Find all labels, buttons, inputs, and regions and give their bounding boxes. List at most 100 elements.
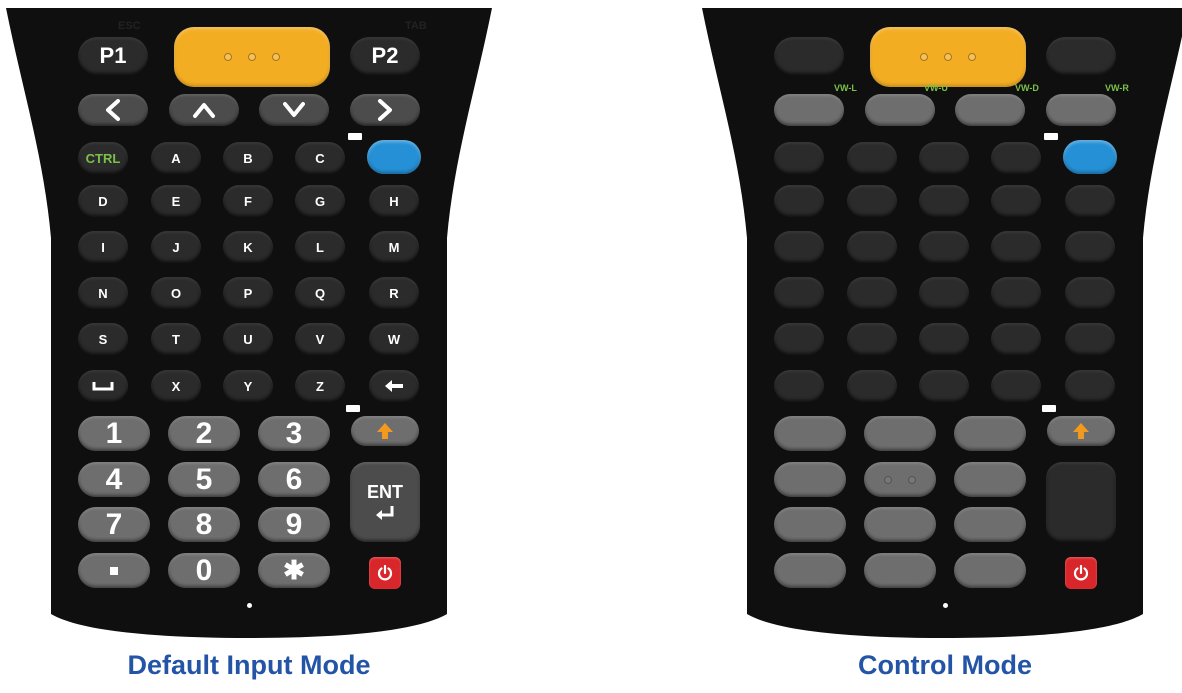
- power-key[interactable]: [1065, 557, 1097, 589]
- key-k[interactable]: K: [223, 231, 273, 263]
- ctrl-key[interactable]: CTRL: [78, 142, 128, 174]
- key-2[interactable]: 2: [168, 416, 240, 451]
- power-key[interactable]: [369, 557, 401, 589]
- blank-enter-key[interactable]: [1046, 462, 1116, 542]
- blank-number-key[interactable]: [954, 507, 1026, 542]
- blank-key[interactable]: [847, 323, 897, 355]
- key-l[interactable]: L: [295, 231, 345, 263]
- key-a[interactable]: A: [151, 142, 201, 174]
- key-5[interactable]: 5: [168, 462, 240, 497]
- blank-key[interactable]: [919, 142, 969, 174]
- blank-key[interactable]: [919, 370, 969, 402]
- blank-key[interactable]: [774, 277, 824, 309]
- key-o[interactable]: O: [151, 277, 201, 309]
- blank-key[interactable]: [847, 142, 897, 174]
- enter-key[interactable]: ENT: [350, 462, 420, 542]
- key-p[interactable]: P: [223, 277, 273, 309]
- shift-key[interactable]: [1047, 416, 1115, 446]
- scan-trigger-key[interactable]: [174, 27, 330, 87]
- blank-key[interactable]: [991, 370, 1041, 402]
- key-v[interactable]: V: [295, 323, 345, 355]
- blank-key[interactable]: [1065, 231, 1115, 263]
- key-y[interactable]: Y: [223, 370, 273, 402]
- key-3[interactable]: 3: [258, 416, 330, 451]
- key-f[interactable]: F: [223, 185, 273, 217]
- blank-key[interactable]: [774, 185, 824, 217]
- blank-key[interactable]: [1065, 323, 1115, 355]
- key-7[interactable]: 7: [78, 507, 150, 542]
- key-1[interactable]: 1: [78, 416, 150, 451]
- view-down-key[interactable]: [955, 94, 1025, 126]
- p1-key[interactable]: [774, 37, 844, 75]
- key-b[interactable]: B: [223, 142, 273, 174]
- blank-number-key[interactable]: [774, 507, 846, 542]
- p1-key[interactable]: P1: [78, 37, 148, 75]
- blank-number-key[interactable]: [954, 553, 1026, 588]
- blank-key[interactable]: [774, 323, 824, 355]
- blank-key[interactable]: [919, 277, 969, 309]
- key-d[interactable]: D: [78, 185, 128, 217]
- blank-key[interactable]: [919, 323, 969, 355]
- key-c[interactable]: C: [295, 142, 345, 174]
- key-q[interactable]: Q: [295, 277, 345, 309]
- key-x[interactable]: X: [151, 370, 201, 402]
- key-u[interactable]: U: [223, 323, 273, 355]
- blank-number-key[interactable]: [954, 416, 1026, 451]
- key-m[interactable]: M: [369, 231, 419, 263]
- blank-key[interactable]: [847, 231, 897, 263]
- blank-key[interactable]: [1065, 185, 1115, 217]
- blank-key[interactable]: [919, 185, 969, 217]
- blank-number-key[interactable]: [774, 416, 846, 451]
- key-4[interactable]: 4: [78, 462, 150, 497]
- key-8[interactable]: 8: [168, 507, 240, 542]
- view-right-key[interactable]: [1046, 94, 1116, 126]
- key-t[interactable]: T: [151, 323, 201, 355]
- key-z[interactable]: Z: [295, 370, 345, 402]
- key-g[interactable]: G: [295, 185, 345, 217]
- blank-number-key[interactable]: [864, 462, 936, 497]
- blank-key[interactable]: [847, 277, 897, 309]
- blank-key[interactable]: [991, 231, 1041, 263]
- up-arrow-key[interactable]: [169, 94, 239, 126]
- key-9[interactable]: 9: [258, 507, 330, 542]
- blank-key[interactable]: [774, 231, 824, 263]
- left-arrow-key[interactable]: [78, 94, 148, 126]
- dot-key[interactable]: [78, 553, 150, 588]
- p2-key[interactable]: P2: [350, 37, 420, 75]
- blank-key[interactable]: [774, 142, 824, 174]
- blank-key[interactable]: [991, 185, 1041, 217]
- blank-number-key[interactable]: [954, 462, 1026, 497]
- blank-key[interactable]: [991, 142, 1041, 174]
- key-h[interactable]: H: [369, 185, 419, 217]
- right-arrow-key[interactable]: [350, 94, 420, 126]
- blank-number-key[interactable]: [774, 553, 846, 588]
- blank-key[interactable]: [1065, 277, 1115, 309]
- blank-number-key[interactable]: [864, 507, 936, 542]
- blue-function-key[interactable]: [367, 140, 421, 174]
- key-i[interactable]: I: [78, 231, 128, 263]
- blank-key[interactable]: [1065, 370, 1115, 402]
- star-key[interactable]: ✱: [258, 553, 330, 588]
- key-0[interactable]: 0: [168, 553, 240, 588]
- shift-key[interactable]: [351, 416, 419, 446]
- blank-number-key[interactable]: [864, 416, 936, 451]
- backspace-key[interactable]: [369, 370, 419, 402]
- p2-key[interactable]: [1046, 37, 1116, 75]
- blank-key[interactable]: [774, 370, 824, 402]
- key-n[interactable]: N: [78, 277, 128, 309]
- down-arrow-key[interactable]: [259, 94, 329, 126]
- blank-key[interactable]: [991, 323, 1041, 355]
- key-r[interactable]: R: [369, 277, 419, 309]
- blank-number-key[interactable]: [864, 553, 936, 588]
- key-6[interactable]: 6: [258, 462, 330, 497]
- key-s[interactable]: S: [78, 323, 128, 355]
- blank-number-key[interactable]: [774, 462, 846, 497]
- key-e[interactable]: E: [151, 185, 201, 217]
- blank-key[interactable]: [991, 277, 1041, 309]
- key-w[interactable]: W: [369, 323, 419, 355]
- blank-key[interactable]: [919, 231, 969, 263]
- blue-function-key[interactable]: [1063, 140, 1117, 174]
- view-left-key[interactable]: [774, 94, 844, 126]
- scan-trigger-key[interactable]: [870, 27, 1026, 87]
- blank-key[interactable]: [847, 370, 897, 402]
